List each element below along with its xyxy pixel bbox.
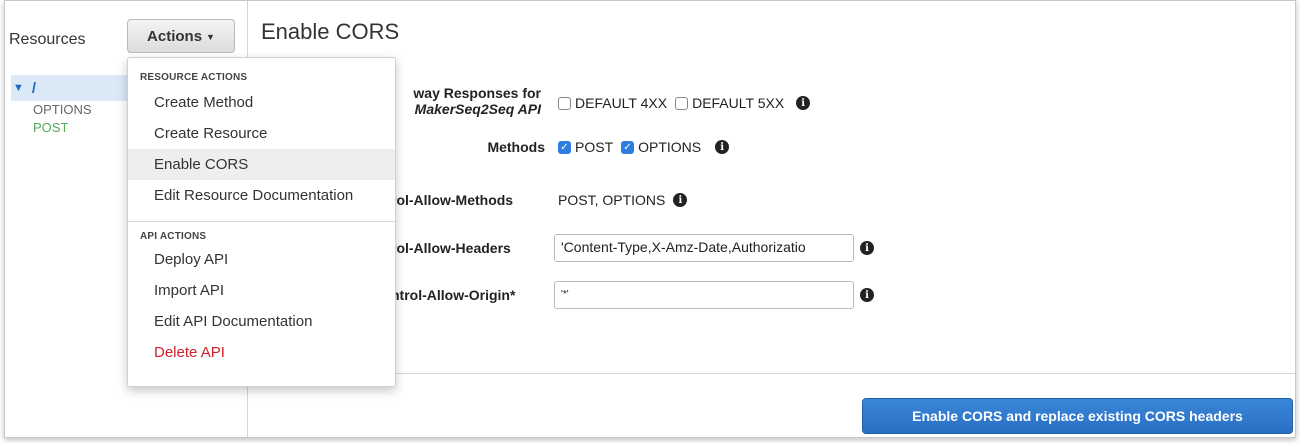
gateway-responses-label-line1: way Responses for xyxy=(413,85,541,101)
caret-down-icon: ▼ xyxy=(206,32,215,42)
allow-headers-input[interactable]: 'Content-Type,X-Amz-Date,Authorizatio xyxy=(554,234,854,262)
info-icon[interactable]: i xyxy=(860,241,874,255)
gateway-responses-label: way Responses for MakerSeq2Seq API xyxy=(381,85,541,117)
default-5xx-option[interactable]: DEFAULT 5XX xyxy=(675,95,784,111)
method-post-option[interactable]: ✓ POST xyxy=(558,139,613,155)
info-icon[interactable]: i xyxy=(860,288,874,302)
menu-item-edit-api-documentation[interactable]: Edit API Documentation xyxy=(128,306,395,337)
footer-divider xyxy=(253,373,1295,374)
method-post-label: POST xyxy=(575,139,614,155)
menu-item-delete-api[interactable]: Delete API xyxy=(128,337,395,368)
default-4xx-checkbox[interactable] xyxy=(558,96,571,110)
menu-item-enable-cors[interactable]: Enable CORS xyxy=(128,149,395,180)
allow-origin-input-row: '*' i xyxy=(554,281,874,309)
menu-item-edit-resource-documentation[interactable]: Edit Resource Documentation xyxy=(128,180,395,211)
menu-item-deploy-api[interactable]: Deploy API xyxy=(128,244,395,275)
allow-origin-label: ntrol-Allow-Origin* xyxy=(391,287,516,303)
api-gateway-window: Resources Actions ▼ ▼ / OPTIONS POST Ena… xyxy=(4,0,1296,438)
allow-methods-value-row: POST, OPTIONS i xyxy=(558,192,688,208)
method-options-label: OPTIONS xyxy=(638,139,702,155)
resource-actions-heading: RESOURCE ACTIONS xyxy=(140,72,248,83)
methods-label: Methods xyxy=(487,139,545,155)
default-4xx-label: DEFAULT 4XX xyxy=(575,95,668,111)
info-icon[interactable]: i xyxy=(673,193,688,207)
gateway-responses-label-line2: MakerSeq2Seq API xyxy=(414,101,541,117)
tree-root-label: / xyxy=(31,79,37,97)
page-title: Enable CORS xyxy=(261,19,400,44)
default-4xx-option[interactable]: DEFAULT 4XX xyxy=(558,95,667,111)
method-options-checkbox[interactable]: ✓ xyxy=(621,140,635,154)
expand-triangle-icon[interactable]: ▼ xyxy=(13,82,24,94)
method-post-checkbox[interactable]: ✓ xyxy=(558,140,571,154)
gateway-responses-row: way Responses for MakerSeq2Seq API xyxy=(381,85,541,117)
resources-title: Resources xyxy=(9,31,86,48)
allow-headers-input-row: 'Content-Type,X-Amz-Date,Authorizatio i xyxy=(554,234,874,262)
menu-item-import-api[interactable]: Import API xyxy=(128,275,395,306)
allow-headers-row: rol-Allow-Headers xyxy=(391,234,545,262)
method-options-option[interactable]: ✓ OPTIONS xyxy=(621,139,701,155)
api-actions-heading: API ACTIONS xyxy=(140,231,207,242)
info-icon[interactable]: i xyxy=(796,96,811,110)
allow-methods-label: rol-Allow-Methods xyxy=(391,192,514,208)
menu-divider xyxy=(128,221,395,222)
default-5xx-label: DEFAULT 5XX xyxy=(692,95,785,111)
methods-row: Methods xyxy=(381,139,545,155)
actions-button-label: Actions xyxy=(147,27,203,45)
info-icon[interactable]: i xyxy=(715,140,730,154)
menu-item-create-resource[interactable]: Create Resource xyxy=(128,118,395,149)
methods-options: ✓ POST ✓ OPTIONS i xyxy=(558,139,730,155)
allow-origin-input[interactable]: '*' xyxy=(554,281,854,309)
allow-headers-label: rol-Allow-Headers xyxy=(391,240,511,256)
allow-methods-value: POST, OPTIONS xyxy=(558,192,666,208)
default-5xx-checkbox[interactable] xyxy=(675,96,689,110)
allow-origin-row: ntrol-Allow-Origin* xyxy=(391,281,545,309)
allow-methods-row: rol-Allow-Methods xyxy=(391,192,545,208)
menu-item-create-method[interactable]: Create Method xyxy=(128,87,395,118)
actions-dropdown-menu: RESOURCE ACTIONS Create Method Create Re… xyxy=(127,57,396,387)
enable-cors-button[interactable]: Enable CORS and replace existing CORS he… xyxy=(862,398,1293,434)
actions-button[interactable]: Actions ▼ xyxy=(127,19,235,53)
gateway-responses-options: DEFAULT 4XX DEFAULT 5XX i xyxy=(558,95,811,111)
